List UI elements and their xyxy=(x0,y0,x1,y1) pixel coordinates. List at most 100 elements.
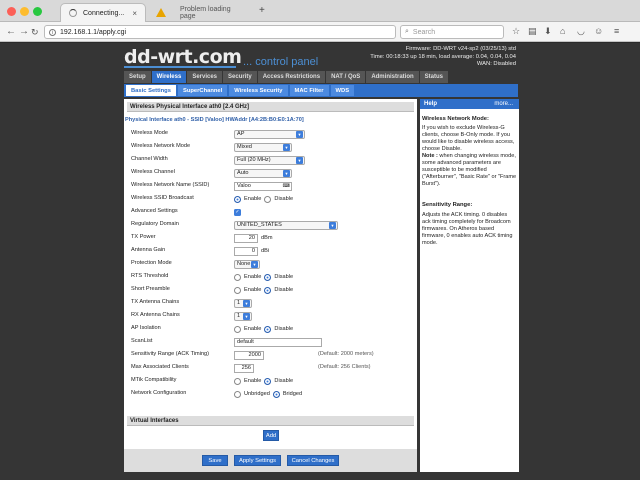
net-config-bridged-radio[interactable] xyxy=(272,390,280,398)
channel-select[interactable]: Auto ▼ xyxy=(234,168,292,178)
mtik-disable-radio[interactable] xyxy=(264,377,272,385)
channel-width-select[interactable]: Full (20 MHz) ▼ xyxy=(234,155,305,165)
section-title: Wireless Physical Interface ath0 [2.4 GH… xyxy=(127,102,414,112)
row-wireless-mode: Wireless Mode AP ▼ xyxy=(130,128,413,140)
tab-wireless[interactable]: Wireless xyxy=(151,71,187,83)
tab-access-restrictions[interactable]: Access Restrictions xyxy=(257,71,326,83)
network-mode-select[interactable]: Mixed ▼ xyxy=(234,142,292,152)
sensitivity-input[interactable]: 2000 xyxy=(234,350,264,360)
chevron-down-icon: ▼ xyxy=(329,221,336,229)
reading-list-icon[interactable]: ▤ xyxy=(528,26,537,37)
subtab-wireless-security[interactable]: Wireless Security xyxy=(229,85,288,96)
download-icon[interactable]: ⬇ xyxy=(544,26,552,37)
save-button[interactable]: Save xyxy=(202,455,228,466)
info-icon[interactable]: i xyxy=(49,28,56,36)
tab-setup[interactable]: Setup xyxy=(124,71,151,83)
add-button[interactable]: Add xyxy=(263,430,279,441)
more-link[interactable]: more... xyxy=(494,99,513,109)
control-panel-label: ... control panel xyxy=(243,56,319,68)
loading-spinner-icon xyxy=(69,9,77,17)
ap-isolation-enable-radio[interactable] xyxy=(234,325,241,333)
input-value: Valoo xyxy=(237,183,251,189)
close-window-icon[interactable] xyxy=(7,7,16,16)
tab-services[interactable]: Services xyxy=(187,71,223,83)
maximize-window-icon[interactable] xyxy=(33,7,42,16)
chevron-down-icon: ▼ xyxy=(243,312,250,320)
net-config-unbridged-radio[interactable] xyxy=(234,390,241,398)
row-channel: Wireless Channel Auto ▼ xyxy=(130,167,413,179)
scanlist-input[interactable]: default xyxy=(234,337,322,347)
reload-icon[interactable]: ↻ xyxy=(31,26,39,38)
radio-label: Disable xyxy=(274,196,294,202)
forward-icon[interactable]: → xyxy=(19,26,29,38)
row-advanced: Advanced Settings ✓ xyxy=(130,206,413,218)
select-value: 1 xyxy=(237,300,241,306)
virtual-interfaces-title: Virtual Interfaces xyxy=(127,416,414,426)
tab-administration[interactable]: Administration xyxy=(366,71,419,83)
subtab-mac-filter[interactable]: MAC Filter xyxy=(289,85,329,96)
select-value: Full (20 MHz) xyxy=(237,157,271,163)
subtab-basic-settings[interactable]: Basic Settings xyxy=(126,85,176,96)
rx-chains-select[interactable]: 1 ▼ xyxy=(234,311,252,321)
preamble-disable-radio[interactable] xyxy=(264,286,272,294)
minimize-window-icon[interactable] xyxy=(20,7,29,16)
max-clients-input[interactable]: 256 xyxy=(234,363,254,373)
url-bar[interactable]: i 192.168.1.1/apply.cgi xyxy=(44,25,396,39)
help-heading: Wireless Network Mode: xyxy=(422,116,489,122)
subtab-wds[interactable]: WDS xyxy=(330,85,355,96)
advanced-settings-checkbox[interactable]: ✓ xyxy=(234,208,241,216)
preamble-enable-radio[interactable] xyxy=(234,286,241,294)
tab-connecting[interactable]: Connecting... × xyxy=(60,3,146,22)
sub-menu: Basic Settings SuperChannel Wireless Sec… xyxy=(124,84,518,97)
field-label: Advanced Settings xyxy=(131,208,178,214)
field-label: Sensitivity Range (ACK Timing) xyxy=(131,351,210,357)
protection-mode-select[interactable]: None ▼ xyxy=(234,259,260,269)
interface-line: Physical Interface ath0 - SSID [Valoo] H… xyxy=(125,117,304,123)
row-channel-width: Channel Width Full (20 MHz) ▼ xyxy=(130,154,413,166)
chevron-down-icon: ▼ xyxy=(296,156,303,164)
chat-icon[interactable]: ☺ xyxy=(594,26,603,36)
tab-problem-loading[interactable]: Problem loading page xyxy=(148,3,256,22)
pocket-icon[interactable]: ◡ xyxy=(577,26,585,37)
tab-status[interactable]: Status xyxy=(419,71,448,83)
select-value: AP xyxy=(237,131,245,137)
ssid-broadcast-disable-radio[interactable] xyxy=(264,195,272,203)
tx-chains-select[interactable]: 1 ▼ xyxy=(234,298,252,308)
radio-label: Enable xyxy=(244,378,262,384)
wireless-mode-select[interactable]: AP ▼ xyxy=(234,129,305,139)
tab-label: Problem loading page xyxy=(180,5,231,20)
help-body: Wireless Network Mode: If you wish to ex… xyxy=(422,116,517,247)
antenna-gain-input[interactable]: 0 xyxy=(234,246,258,256)
menu-icon[interactable]: ≡ xyxy=(614,26,619,36)
radio-label: Enable xyxy=(244,274,262,280)
radio-label: Enable xyxy=(244,287,262,293)
home-icon[interactable]: ⌂ xyxy=(560,26,565,36)
row-ap-isolation: AP Isolation Enable Disable xyxy=(130,323,413,335)
default-note: (Default: 256 Clients) xyxy=(318,364,371,370)
apply-settings-button[interactable]: Apply Settings xyxy=(234,455,281,466)
field-label: Wireless Channel xyxy=(131,169,175,175)
field-label: RTS Threshold xyxy=(131,273,169,279)
mtik-enable-radio[interactable] xyxy=(234,377,241,385)
ssid-broadcast-enable-radio[interactable] xyxy=(234,195,241,203)
ap-isolation-disable-radio[interactable] xyxy=(264,325,272,333)
regulatory-domain-select[interactable]: UNITED_STATES ▼ xyxy=(234,220,338,230)
tab-security[interactable]: Security xyxy=(223,71,257,83)
new-tab-icon[interactable]: + xyxy=(259,5,265,16)
close-tab-icon[interactable]: × xyxy=(132,9,137,18)
rts-disable-radio[interactable] xyxy=(264,273,272,281)
rts-enable-radio[interactable] xyxy=(234,273,241,281)
field-label: AP Isolation xyxy=(131,325,161,331)
subtab-superchannel[interactable]: SuperChannel xyxy=(177,85,228,96)
cancel-changes-button[interactable]: Cancel Changes xyxy=(287,455,339,466)
search-input[interactable]: ⌕ Search xyxy=(400,25,504,39)
bookmark-star-icon[interactable]: ☆ xyxy=(512,26,520,37)
select-value: Auto xyxy=(237,170,249,176)
tx-power-input[interactable]: 20 xyxy=(234,233,258,243)
radio-label: Disable xyxy=(274,274,294,280)
help-text: If you wish to exclude Wireless-G client… xyxy=(422,125,515,152)
row-ssid-broadcast: Wireless SSID Broadcast Enable Disable xyxy=(130,193,413,205)
tab-nat-qos[interactable]: NAT / QoS xyxy=(326,71,366,83)
back-icon[interactable]: ← xyxy=(6,26,16,38)
ssid-input[interactable]: Valoo ⌨ xyxy=(234,181,292,191)
